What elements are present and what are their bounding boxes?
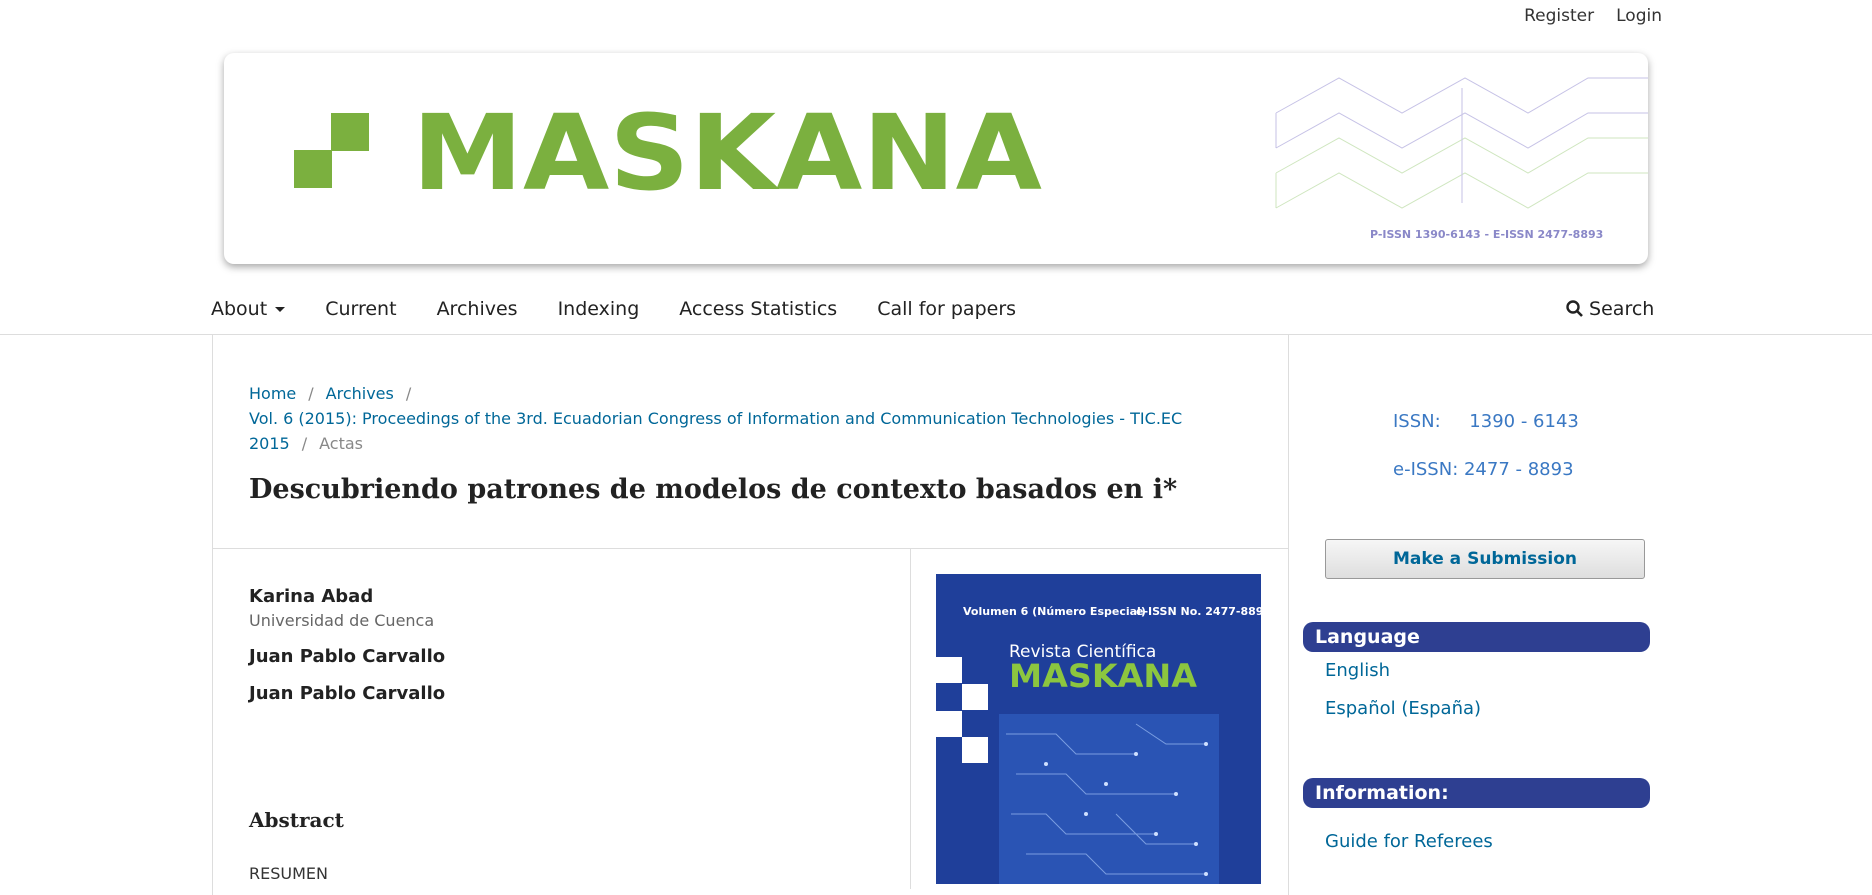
journal-banner[interactable]: MASKANA P-ISSN 1390-6143 - E-ISSN 2477-8…: [224, 53, 1648, 264]
breadcrumb: Home / Archives / Vol. 6 (2015): Proceeding…: [249, 381, 1259, 456]
breadcrumb-archives[interactable]: Archives: [326, 384, 394, 403]
sidebar-issn-block: ISSN: 1390 - 6143 e-ISSN: 2477 - 8893: [1393, 398, 1579, 494]
title-divider: [212, 548, 1288, 549]
author-list: Karina Abad Universidad de Cuenca Juan P…: [249, 586, 445, 720]
author-item: Karina Abad Universidad de Cuenca: [249, 586, 445, 630]
primary-nav: About Current Archives Indexing Access S…: [211, 298, 1056, 320]
maskana-logo: MASKANA P-ISSN 1390-6143 - E-ISSN 2477-8…: [294, 77, 1648, 241]
breadcrumb-current: Actas: [319, 434, 363, 453]
article-title: Descubriendo patrones de modelos de cont…: [249, 474, 1178, 505]
chevron-down-icon: [275, 307, 286, 312]
nav-call-for-papers[interactable]: Call for papers: [877, 298, 1016, 320]
nav-current[interactable]: Current: [325, 298, 396, 320]
breadcrumb-home[interactable]: Home: [249, 384, 296, 403]
cover-artwork: Volumen 6 (Número Especial) e-ISSN No. 2…: [936, 605, 1261, 884]
abstract-heading: Abstract: [249, 808, 344, 832]
breadcrumb-separator: /: [301, 434, 308, 453]
nav-about[interactable]: About: [211, 298, 286, 320]
author-item: Juan Pablo Carvallo: [249, 646, 445, 667]
issn-text: ISSN: 1390 - 6143: [1393, 411, 1579, 432]
issue-cover-image[interactable]: Volumen 6 (Número Especial) e-ISSN No. 2…: [936, 574, 1261, 884]
search-link[interactable]: Search: [1566, 298, 1654, 320]
information-block-title: Information:: [1303, 778, 1650, 808]
cover-eissn: e-ISSN No. 2477-8893: [1136, 605, 1261, 618]
language-english[interactable]: English: [1325, 660, 1390, 681]
column-divider: [910, 549, 911, 889]
banner-title: MASKANA: [412, 92, 1042, 214]
register-link[interactable]: Register: [1524, 6, 1594, 26]
eissn-text: e-ISSN: 2477 - 8893: [1393, 459, 1574, 480]
author-name: Juan Pablo Carvallo: [249, 683, 446, 704]
author-affiliation: Universidad de Cuenca: [249, 611, 435, 630]
author-name: Karina Abad: [249, 586, 374, 607]
login-link[interactable]: Login: [1616, 6, 1662, 26]
breadcrumb-separator: /: [308, 384, 314, 403]
cover-title: MASKANA: [1009, 657, 1197, 695]
banner-issn: P-ISSN 1390-6143 - E-ISSN 2477-8893: [1370, 228, 1603, 241]
guide-for-referees-link[interactable]: Guide for Referees: [1325, 831, 1493, 852]
nav-access-statistics[interactable]: Access Statistics: [679, 298, 837, 320]
user-nav: Register Login: [1524, 6, 1662, 26]
nav-indexing[interactable]: Indexing: [558, 298, 640, 320]
search-icon: [1566, 300, 1583, 317]
cover-volume: Volumen 6 (Número Especial): [963, 605, 1146, 618]
make-submission-button[interactable]: Make a Submission: [1325, 539, 1645, 579]
author-name: Juan Pablo Carvallo: [249, 646, 446, 667]
search-label: Search: [1589, 298, 1655, 320]
author-item: Juan Pablo Carvallo: [249, 683, 445, 704]
nav-archives[interactable]: Archives: [437, 298, 518, 320]
language-block-title: Language: [1303, 622, 1650, 652]
breadcrumb-separator: /: [405, 384, 412, 403]
language-espanol[interactable]: Español (España): [1325, 698, 1481, 719]
abstract-text: RESUMEN: [249, 864, 328, 883]
nav-about-label: About: [211, 298, 268, 320]
breadcrumb-issue[interactable]: Vol. 6 (2015): Proceedings of the 3rd. E…: [249, 409, 1182, 453]
